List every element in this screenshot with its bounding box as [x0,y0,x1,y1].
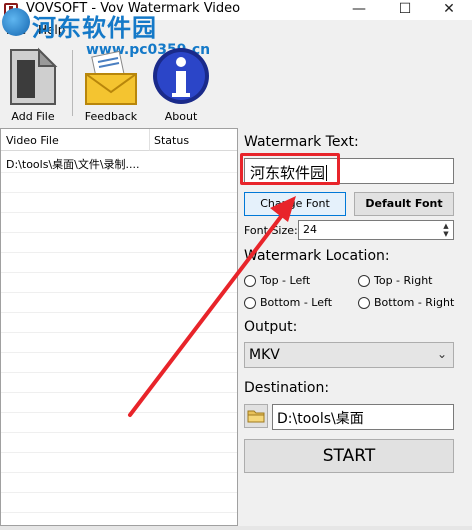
site-logo-text: 河东软件园 [32,14,157,42]
radio-bottom-left[interactable] [244,297,256,309]
grid-line [1,412,237,413]
radio-top-left-label[interactable]: Top - Left [260,274,310,287]
list-header: Video File Status [1,129,237,151]
info-icon [153,48,209,104]
radio-top-right[interactable] [358,275,370,287]
radio-bottom-right-label[interactable]: Bottom - Right [374,296,454,309]
watermark-location-label: Watermark Location: [244,248,390,264]
add-file-label: Add File [11,110,55,123]
browse-folder-button[interactable] [244,404,268,428]
table-row[interactable]: D:\tools\桌面\文件\录制.... [1,152,237,172]
cell-video-file: D:\tools\桌面\文件\录制.... [6,158,140,171]
grid-line [1,452,237,453]
destination-label: Destination: [244,380,330,396]
about-button[interactable]: About [148,42,214,126]
grid-line [1,292,237,293]
grid-line [1,192,237,193]
grid-line [1,492,237,493]
start-button[interactable]: START [244,439,454,473]
font-size-spinner: ▲ ▼ [440,222,452,238]
watermark-text-label: Watermark Text: [244,134,359,150]
font-size-stepper[interactable]: 24 ▲ ▼ [298,220,454,240]
radio-top-left[interactable] [244,275,256,287]
grid-line [1,352,237,353]
radio-bottom-right[interactable] [358,297,370,309]
column-divider[interactable] [149,129,150,151]
folder-icon [247,410,265,423]
column-header-status[interactable]: Status [154,134,189,147]
add-file-button[interactable]: Add File [2,42,64,126]
toolbar-separator [72,50,73,116]
radio-top-right-label[interactable]: Top - Right [374,274,433,287]
output-format-select[interactable]: MKV ⌄ [244,342,454,368]
grid-line [1,212,237,213]
close-button[interactable]: ✕ [426,0,472,20]
font-size-label: Font Size: [244,224,298,237]
minimize-button[interactable]: — [336,0,382,20]
about-label: About [164,110,198,123]
grid-line [1,392,237,393]
grid-line [1,252,237,253]
site-logo-icon [2,8,30,36]
grid-line [1,432,237,433]
window-bottom-edge [0,526,472,530]
grid-line [1,332,237,333]
default-font-button[interactable]: Default Font [354,192,454,216]
output-format-value: MKV [249,347,280,363]
grid-line [1,312,237,313]
app-window: VOVSOFT - Vov Watermark Video — ☐ ✕ File… [0,0,472,530]
grid-line [1,232,237,233]
column-header-video-file[interactable]: Video File [6,134,59,147]
video-file-list[interactable]: Video File Status D:\tools\桌面\文件\录制.... [0,128,238,526]
grid-line [1,372,237,373]
envelope-icon [85,50,137,105]
toolbar: Add File Feedback About [0,42,472,126]
feedback-button[interactable]: Feedback [78,42,144,126]
highlight-box [240,153,340,185]
grid-line [1,272,237,273]
spin-up-icon[interactable]: ▲ [440,222,452,230]
chevron-down-icon: ⌄ [436,347,447,361]
radio-bottom-left-label[interactable]: Bottom - Left [260,296,332,309]
font-size-value: 24 [303,223,317,236]
output-label: Output: [244,319,298,335]
grid-line [1,512,237,513]
spin-down-icon[interactable]: ▼ [440,230,452,238]
settings-panel: Watermark Text: 河东软件园 Change Font Defaul… [240,128,472,530]
maximize-button[interactable]: ☐ [382,0,428,20]
change-font-button[interactable]: Change Font [244,192,346,216]
feedback-label: Feedback [84,110,138,123]
grid-line [1,472,237,473]
grid-line [1,172,237,173]
add-file-icon [10,47,58,105]
destination-input[interactable]: D:\tools\桌面 [272,404,454,430]
